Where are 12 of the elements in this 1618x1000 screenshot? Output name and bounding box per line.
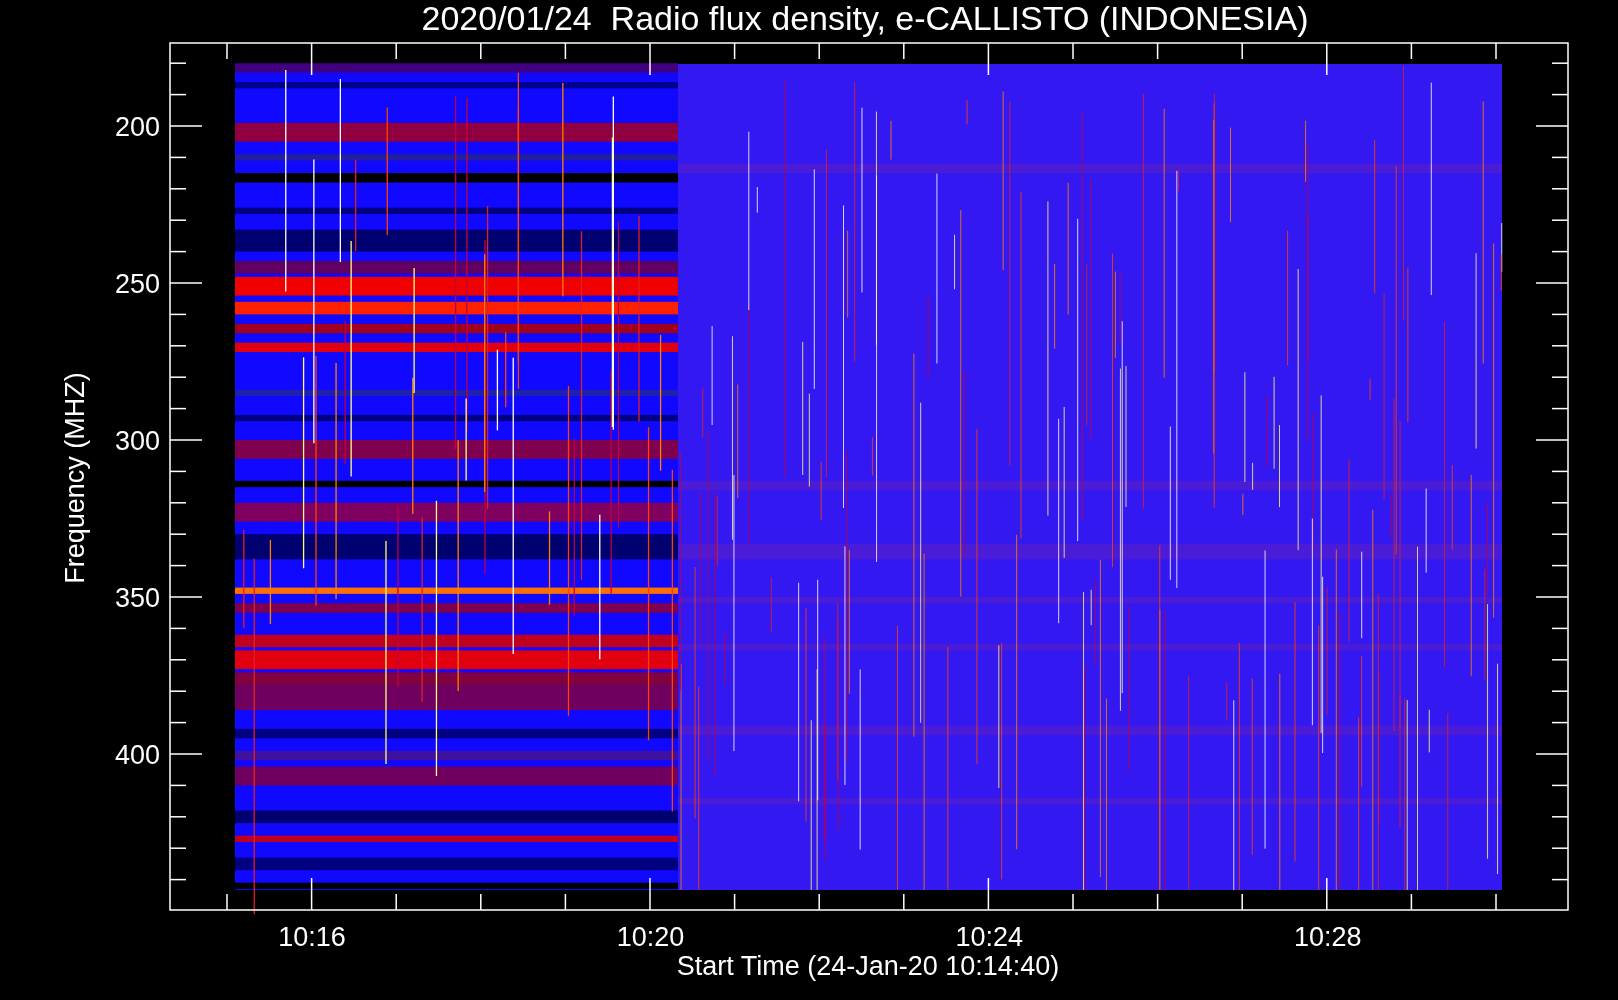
x-tick-label: 10:20 <box>616 922 685 952</box>
y-tick-label: 300 <box>114 426 160 456</box>
x-tick-label: 10:28 <box>1294 922 1362 952</box>
x-tick-label: 10:16 <box>278 922 346 952</box>
y-axis-label: Frequency (MHZ) <box>60 372 90 584</box>
y-tick-label: 400 <box>114 740 160 770</box>
y-tick-label: 200 <box>114 112 160 142</box>
y-tick-label: 350 <box>114 583 160 613</box>
x-axis-label: Start Time (24-Jan-20 10:14:40) <box>676 951 1060 981</box>
chart-title: 2020/01/24 Radio flux density, e-CALLISTO (INDONESIA) <box>421 0 1309 37</box>
x-tick-label: 10:24 <box>955 922 1023 952</box>
y-tick-label: 250 <box>114 269 160 299</box>
